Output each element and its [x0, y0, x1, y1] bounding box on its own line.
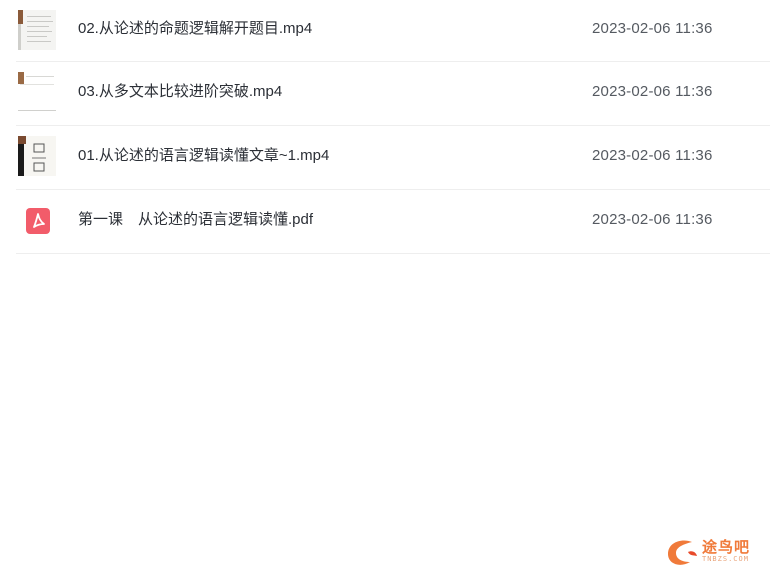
- file-name[interactable]: 01.从论述的语言逻辑读懂文章~1.mp4: [78, 126, 329, 186]
- file-name[interactable]: 第一课 从论述的语言逻辑读懂.pdf: [78, 190, 313, 250]
- file-date: 2023-02-06 11:36: [592, 147, 713, 164]
- video-thumbnail-icon[interactable]: [18, 136, 56, 176]
- file-list: 02.从论述的命题逻辑解开题目.mp4 2023-02-06 11:36 03.…: [16, 0, 770, 254]
- book-page-icon: [32, 143, 46, 172]
- video-thumbnail-icon[interactable]: [18, 10, 56, 50]
- watermark-logo: 途鸟吧 TNBZS.COM: [662, 536, 758, 570]
- file-row[interactable]: 03.从多文本比较进阶突破.mp4 2023-02-06 11:36: [16, 62, 770, 126]
- watermark-subtext: TNBZS.COM: [702, 555, 749, 563]
- file-date: 2023-02-06 11:36: [592, 20, 713, 37]
- video-thumbnail-icon[interactable]: [18, 72, 56, 112]
- file-date: 2023-02-06 11:36: [592, 211, 713, 228]
- bird-logo-icon: [668, 540, 697, 565]
- file-date: 2023-02-06 11:36: [592, 83, 713, 100]
- file-row[interactable]: 01.从论述的语言逻辑读懂文章~1.mp4 2023-02-06 11:36: [16, 126, 770, 190]
- pdf-file-icon[interactable]: [26, 208, 50, 234]
- file-row[interactable]: 02.从论述的命题逻辑解开题目.mp4 2023-02-06 11:36: [16, 0, 770, 62]
- file-name[interactable]: 03.从多文本比较进阶突破.mp4: [78, 62, 282, 122]
- watermark-text: 途鸟吧: [702, 539, 751, 556]
- file-row[interactable]: 第一课 从论述的语言逻辑读懂.pdf 2023-02-06 11:36: [16, 190, 770, 254]
- file-name[interactable]: 02.从论述的命题逻辑解开题目.mp4: [78, 0, 312, 58]
- pdf-glyph-icon: [33, 213, 45, 228]
